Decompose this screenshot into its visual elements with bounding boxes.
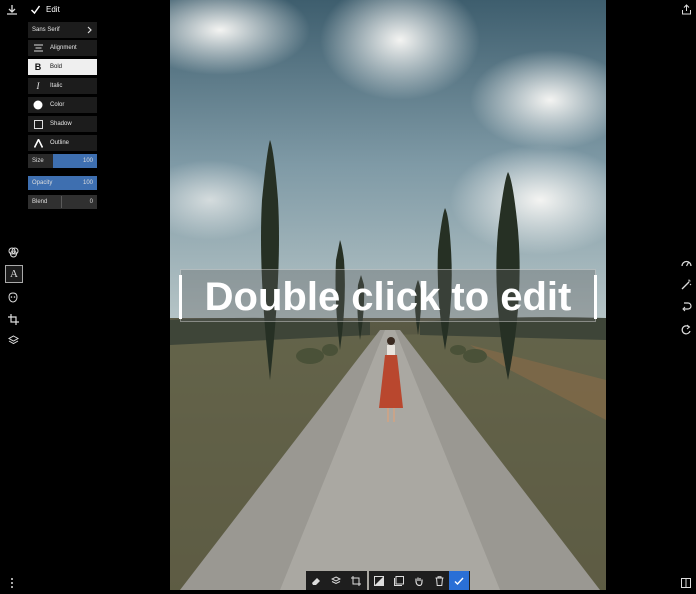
eraser-icon[interactable]: [306, 571, 326, 590]
crop-icon[interactable]: [5, 311, 21, 327]
text-layer-content[interactable]: Double click to edit: [181, 274, 595, 320]
hand-icon[interactable]: [409, 571, 429, 590]
check-icon: [30, 5, 41, 14]
italic-icon: I: [36, 81, 40, 91]
split-view-icon[interactable]: [680, 577, 692, 589]
confirm-button[interactable]: [449, 571, 469, 590]
duplicate-icon[interactable]: [389, 571, 409, 590]
panel-title: Edit: [46, 4, 60, 14]
opacity-value: 100: [82, 180, 93, 186]
sticker-icon[interactable]: [5, 289, 21, 305]
redo-icon[interactable]: [680, 323, 692, 335]
chevron-right-icon: [87, 26, 92, 34]
alignment-button[interactable]: Alignment: [28, 40, 97, 56]
outline-label: Outline: [50, 140, 70, 146]
color-swatch-icon: [32, 100, 44, 110]
color-button[interactable]: Color: [28, 97, 97, 113]
size-value: 100: [82, 158, 93, 164]
share-icon[interactable]: [680, 3, 692, 15]
bold-button[interactable]: B Bold: [28, 59, 97, 75]
color-label: Color: [50, 102, 65, 108]
filters-icon[interactable]: [5, 244, 21, 260]
trash-icon[interactable]: [429, 571, 449, 590]
outline-button[interactable]: Outline: [28, 135, 97, 151]
blend-value: 0: [89, 199, 93, 205]
more-vertical-icon[interactable]: [10, 576, 14, 588]
alignment-label: Alignment: [50, 45, 77, 51]
layers-icon[interactable]: [5, 332, 21, 348]
photo-canvas[interactable]: Double click to edit: [170, 0, 606, 590]
edit-toolbar-group: [306, 571, 367, 590]
undo-history-icon[interactable]: [680, 300, 692, 312]
align-icon: [32, 44, 44, 52]
font-select[interactable]: Sans Serif: [28, 22, 97, 38]
download-icon[interactable]: [5, 3, 19, 17]
size-slider[interactable]: Size 100: [28, 154, 97, 168]
layers-tool-icon[interactable]: [326, 571, 346, 590]
italic-button[interactable]: I Italic: [28, 78, 97, 94]
outline-icon: [32, 138, 44, 148]
italic-label: Italic: [50, 83, 63, 89]
bold-label: Bold: [50, 64, 63, 70]
opacity-slider[interactable]: Opacity 100: [28, 176, 97, 190]
crop-tool-icon[interactable]: [346, 571, 366, 590]
shadow-icon: [32, 119, 44, 129]
bold-icon: B: [34, 62, 42, 72]
magic-wand-icon[interactable]: [680, 278, 692, 290]
size-label: Size: [32, 158, 44, 164]
text-tool-icon[interactable]: A: [5, 265, 23, 283]
shadow-button[interactable]: Shadow: [28, 116, 97, 132]
layer-toolbar-group: [369, 571, 470, 590]
adjust-icon[interactable]: [369, 571, 389, 590]
blend-slider-divider: [61, 196, 62, 208]
confirm-check-icon: [454, 577, 464, 585]
edit-header[interactable]: Edit: [30, 3, 60, 15]
font-value: Sans Serif: [32, 27, 60, 33]
gauge-icon[interactable]: [680, 257, 692, 269]
shadow-label: Shadow: [50, 121, 72, 127]
text-layer-box[interactable]: Double click to edit: [179, 269, 597, 322]
blend-label: Blend: [32, 199, 48, 205]
opacity-label: Opacity: [32, 180, 53, 186]
blend-slider[interactable]: Blend 0: [28, 195, 97, 209]
